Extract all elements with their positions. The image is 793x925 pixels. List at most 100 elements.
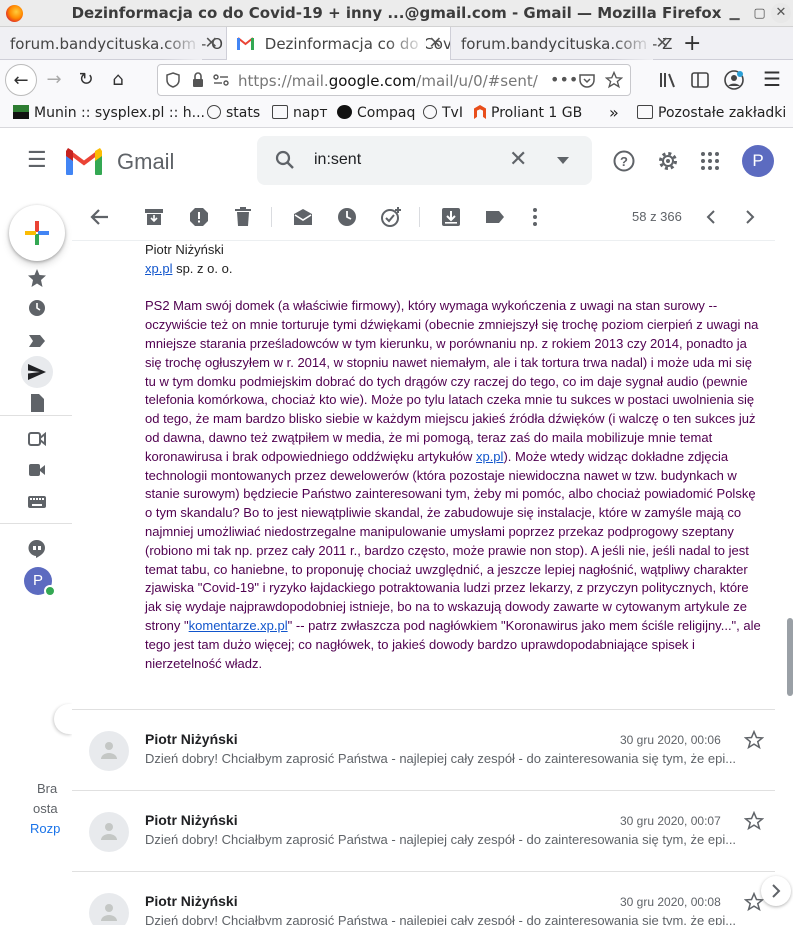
person-icon — [101, 904, 117, 921]
bookmark-star-icon[interactable] — [605, 71, 623, 89]
sent-nav-highlight[interactable] — [21, 356, 53, 388]
close-tab-icon[interactable]: ✕ — [429, 33, 442, 52]
clipped-text: osta — [33, 801, 58, 816]
library-icon[interactable] — [659, 71, 677, 89]
sidebar-icon[interactable] — [691, 71, 709, 89]
more-options-icon[interactable] — [523, 205, 547, 229]
svg-text:?: ? — [620, 154, 628, 169]
toolbar-divider — [271, 207, 272, 227]
xp-link[interactable]: xp.pl — [476, 449, 503, 464]
scrollbar-thumb[interactable] — [787, 618, 793, 696]
page-actions-icon[interactable]: ••• — [550, 70, 578, 89]
bookmark-stats[interactable]: stats — [207, 105, 260, 121]
help-icon[interactable]: ? — [613, 150, 635, 172]
close-window-icon[interactable]: ✕ — [771, 3, 791, 23]
message-snippet: Dzień dobry! Chciałbym zaprosić Państwa … — [145, 832, 737, 847]
reload-button[interactable]: ↻ — [70, 64, 102, 96]
page-scrollbar[interactable] — [783, 193, 793, 925]
tab-forum-1[interactable]: forum.bandycituska.com - O ✕ — [0, 27, 226, 60]
bookmark-proliant[interactable]: Proliant 1 GB — [474, 105, 582, 121]
signature-link[interactable]: xp.pl — [145, 261, 172, 276]
maximize-icon[interactable]: ▢ — [751, 5, 768, 22]
message-snippet: Dzień dobry! Chciałbym zaprosić Państwa … — [145, 751, 737, 766]
collapsed-message[interactable]: Piotr Niżyński 30 gru 2020, 00:06 Dzień … — [72, 709, 775, 791]
tab-bar: forum.bandycituska.com - O ✕ Dezinformac… — [0, 27, 793, 61]
apps-grid-icon[interactable] — [700, 151, 720, 171]
hangouts-icon[interactable] — [27, 539, 47, 559]
sidebar-divider — [0, 415, 72, 416]
close-tab-icon[interactable]: ✕ — [656, 33, 669, 52]
more-bookmarks-icon[interactable]: » — [609, 103, 619, 122]
starred-icon[interactable] — [27, 268, 47, 288]
url-bar[interactable]: https://mail.google.com/mail/u/0/#sent/K… — [157, 64, 631, 96]
important-icon[interactable] — [27, 331, 47, 351]
delete-trash-icon[interactable] — [231, 205, 255, 229]
account-icon[interactable] — [724, 70, 744, 90]
search-icon[interactable] — [275, 150, 295, 170]
back-button[interactable]: ← — [5, 64, 37, 96]
sidebar-divider — [0, 523, 72, 524]
tab-forum-2[interactable]: forum.bandycituska.com - Z ✕ — [451, 27, 677, 60]
message-date: 30 gru 2020, 00:07 — [620, 814, 721, 828]
move-to-icon[interactable] — [439, 205, 463, 229]
bookmark-compaq[interactable]: Compaq — [337, 105, 415, 121]
side-panel-tab[interactable] — [54, 704, 72, 734]
forward-button[interactable]: → — [38, 64, 70, 96]
clipped-link[interactable]: Rozp — [30, 821, 60, 836]
bookmark-other[interactable]: Pozostałe zakładki — [637, 105, 786, 121]
pocket-icon[interactable] — [579, 73, 595, 88]
star-icon[interactable] — [744, 730, 764, 750]
folder-icon — [272, 105, 288, 119]
star-icon[interactable] — [744, 811, 764, 831]
bookmark-folder-napt[interactable]: napт — [272, 105, 328, 121]
close-tab-icon[interactable]: ✕ — [205, 33, 218, 52]
search-bar[interactable]: in:sent ✕ — [257, 136, 592, 185]
email-body: Piotr Niżyński xp.pl sp. z o. o. PS2 Mam… — [145, 241, 765, 673]
new-tab-button[interactable]: + — [677, 27, 707, 60]
clear-search-icon[interactable]: ✕ — [509, 147, 527, 172]
label-icon[interactable] — [483, 205, 507, 229]
gmail-logo-icon[interactable] — [66, 147, 102, 175]
keyboard-icon[interactable] — [27, 492, 47, 512]
mark-unread-icon[interactable] — [291, 205, 315, 229]
hp-logo-icon — [337, 105, 352, 119]
online-status-dot — [44, 585, 56, 597]
meet-join-icon[interactable] — [27, 460, 47, 480]
bookmark-tvi[interactable]: TvI — [423, 105, 463, 121]
account-avatar[interactable]: P — [742, 145, 774, 177]
email-paragraph: PS2 Mam swój domek (a właściwie firmowy)… — [145, 298, 761, 671]
meet-new-meeting-icon[interactable] — [27, 429, 47, 449]
globe-icon — [207, 105, 221, 119]
search-input[interactable]: in:sent — [314, 151, 361, 169]
older-chevron-right-icon[interactable] — [738, 205, 762, 229]
home-button[interactable]: ⌂ — [102, 64, 134, 96]
archive-icon[interactable] — [142, 205, 166, 229]
scroll-down-button[interactable] — [761, 876, 791, 906]
collapsed-message[interactable]: Piotr Niżyński 30 gru 2020, 00:08 Dzień … — [72, 871, 775, 925]
settings-gear-icon[interactable] — [656, 149, 680, 173]
compose-button[interactable] — [9, 205, 65, 261]
lock-icon — [193, 72, 203, 87]
signature-company: xp.pl sp. z o. o. — [145, 260, 233, 276]
search-options-icon[interactable] — [557, 157, 569, 164]
collapsed-message[interactable]: Piotr Niżyński 30 gru 2020, 00:07 Dzień … — [72, 790, 775, 872]
message-snippet: Dzień dobry! Chciałbym zaprosić Państwa … — [145, 913, 737, 925]
drafts-icon[interactable] — [27, 393, 47, 413]
back-to-list-icon[interactable] — [88, 205, 112, 229]
menu-icon[interactable]: ☰ — [763, 67, 781, 92]
window-titlebar: Dezinformacja co do Covid-19 + inny ...@… — [0, 0, 793, 27]
tab-gmail[interactable]: Dezinformacja co do Cov ✕ — [226, 27, 451, 61]
report-spam-icon[interactable] — [187, 205, 211, 229]
message-toolbar: 58 z 366 — [72, 193, 775, 241]
snooze-clock-icon[interactable] — [335, 205, 359, 229]
newer-chevron-left-icon[interactable] — [699, 205, 723, 229]
url-text[interactable]: https://mail.google.com/mail/u/0/#sent/K… — [238, 72, 538, 90]
snoozed-clock-icon[interactable] — [27, 298, 47, 318]
person-icon — [101, 742, 117, 759]
komentarze-link[interactable]: komentarze.xp.pl — [189, 618, 288, 633]
minimize-icon[interactable]: ▁ — [726, 5, 743, 22]
message-sender: Piotr Niżyński — [145, 812, 238, 828]
main-menu-icon[interactable]: ☰ — [27, 149, 47, 171]
add-to-tasks-icon[interactable] — [379, 205, 403, 229]
bookmark-munin[interactable]: Munin :: sysplex.pl :: h... — [13, 105, 205, 121]
